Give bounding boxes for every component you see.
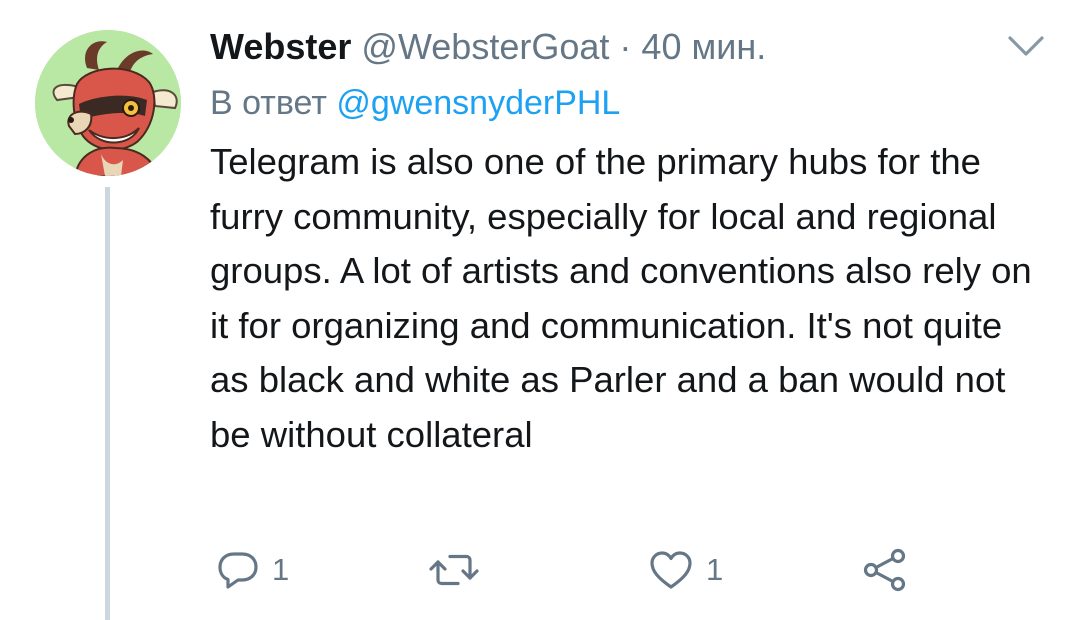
reply-mention-link[interactable]: @gwensnyderPHL [336, 84, 620, 122]
reply-button[interactable]: 1 [216, 540, 289, 600]
action-bar: 1 1 [210, 540, 930, 600]
reply-context: В ответ @gwensnyderPHL [210, 82, 620, 124]
author-handle[interactable]: @WebsterGoat [361, 26, 609, 67]
goat-avatar-image [35, 30, 181, 176]
retweet-button[interactable] [428, 540, 492, 600]
chevron-down-icon[interactable] [1004, 32, 1048, 60]
tweet-header: Webster @WebsterGoat · 40 мин. [210, 26, 766, 68]
thread-line [105, 187, 110, 620]
timestamp[interactable]: 40 мин. [641, 26, 766, 67]
like-button[interactable]: 1 [648, 540, 723, 600]
avatar[interactable] [35, 30, 181, 176]
separator-dot: · [619, 26, 632, 67]
share-icon [863, 548, 906, 592]
reply-count: 1 [272, 552, 290, 587]
share-button[interactable] [862, 540, 908, 600]
tweet-text: Telegram is also one of the primary hubs… [210, 141, 1032, 455]
like-count: 1 [706, 552, 724, 587]
retweet-icon [429, 554, 479, 586]
tweet[interactable]: Webster @WebsterGoat · 40 мин. В ответ @… [0, 0, 1078, 620]
heart-icon [650, 551, 692, 589]
reply-prefix: В ответ [210, 84, 327, 122]
author-name[interactable]: Webster [210, 26, 351, 67]
reply-bubble-icon [218, 552, 258, 589]
